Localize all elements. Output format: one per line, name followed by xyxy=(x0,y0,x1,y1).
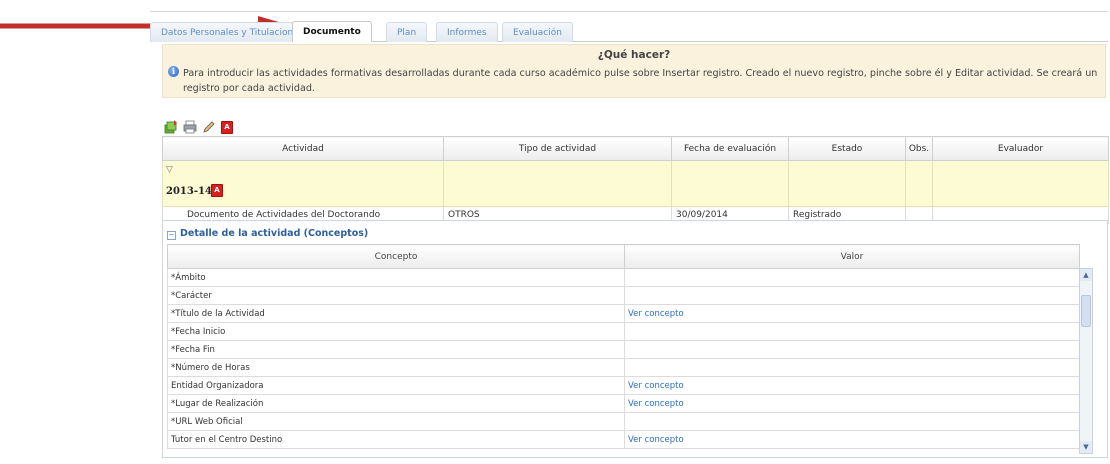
tab-bar: Datos Personales y Titulaciones Document… xyxy=(150,20,1108,42)
collapse-icon[interactable]: − xyxy=(167,231,176,240)
print-icon[interactable] xyxy=(183,120,197,134)
scrollbar-thumb[interactable] xyxy=(1081,295,1091,327)
column-header-fecha[interactable]: Fecha de evaluación xyxy=(671,136,789,161)
cell-concepto: *Título de la Actividad xyxy=(167,304,625,323)
cell-concepto: Tutor en el Centro Destino xyxy=(167,430,625,449)
year-pdf-icon[interactable]: A xyxy=(211,184,223,197)
cell-valor xyxy=(624,286,1080,305)
concepts-table: Concepto Valor *Ámbito *Carácter *Título… xyxy=(167,244,1080,449)
help-text: Para introducir las actividades formativ… xyxy=(183,68,1098,94)
column-header-evaluador[interactable]: Evaluador xyxy=(932,136,1109,161)
table-row[interactable]: Tutor en el Centro Destino Ver concepto xyxy=(167,430,1080,449)
tab-datos-personales[interactable]: Datos Personales y Titulaciones xyxy=(150,22,315,42)
cell-concepto: *URL Web Oficial xyxy=(167,412,625,431)
table-row[interactable]: *Título de la Actividad Ver concepto xyxy=(167,304,1080,323)
detail-panel: − Detalle de la actividad (Conceptos) Con… xyxy=(162,220,1108,458)
table-row[interactable]: *Lugar de Realización Ver concepto xyxy=(167,394,1080,413)
column-header-tipo[interactable]: Tipo de actividad xyxy=(443,136,672,161)
detail-title-label: Detalle de la actividad (Conceptos) xyxy=(180,228,369,239)
tab-evaluacion[interactable]: Evaluación xyxy=(502,22,573,42)
expand-toggle-icon[interactable]: ▽ xyxy=(166,165,173,175)
detail-title[interactable]: − Detalle de la actividad (Conceptos) xyxy=(167,228,368,240)
table-row[interactable]: *URL Web Oficial xyxy=(167,412,1080,431)
table-row[interactable]: *Fecha Fin xyxy=(167,340,1080,359)
help-title: ¿Qué hacer? xyxy=(597,49,671,61)
academic-year-label: 2013-14 xyxy=(166,186,212,197)
cell-valor xyxy=(624,268,1080,287)
top-divider xyxy=(150,11,1108,12)
ver-concepto-link[interactable]: Ver concepto xyxy=(628,435,684,445)
tab-informes[interactable]: Informes xyxy=(436,22,498,42)
help-box: ¿Qué hacer? i Para introducir las activi… xyxy=(162,44,1106,98)
table-row[interactable]: *Número de Horas xyxy=(167,358,1080,377)
cell-concepto: *Número de Horas xyxy=(167,358,625,377)
activities-table: Actividad Tipo de actividad Fecha de eva… xyxy=(162,136,1109,224)
cell-valor xyxy=(624,340,1080,359)
column-header-estado[interactable]: Estado xyxy=(788,136,906,161)
cell-valor xyxy=(624,322,1080,341)
cell-concepto: *Ámbito xyxy=(167,268,625,287)
scroll-down-icon[interactable]: ▼ xyxy=(1080,441,1092,453)
cell-concepto: *Lugar de Realización xyxy=(167,394,625,413)
cell-concepto: Entidad Organizadora xyxy=(167,376,625,395)
scroll-up-icon[interactable]: ▲ xyxy=(1080,269,1092,281)
column-header-concepto[interactable]: Concepto xyxy=(167,244,625,269)
edit-icon[interactable] xyxy=(202,120,216,134)
column-header-obs[interactable]: Obs. xyxy=(905,136,933,161)
table-row[interactable]: *Fecha Inicio xyxy=(167,322,1080,341)
table-row[interactable]: *Carácter xyxy=(167,286,1080,305)
tab-documento[interactable]: Documento xyxy=(292,21,372,42)
cell-valor xyxy=(624,412,1080,431)
column-header-actividad[interactable]: Actividad xyxy=(162,136,444,161)
cell-concepto: *Fecha Fin xyxy=(167,340,625,359)
ver-concepto-link[interactable]: Ver concepto xyxy=(628,381,684,391)
vertical-scrollbar[interactable]: ▲ ▼ xyxy=(1079,268,1093,454)
cell-concepto: *Fecha Inicio xyxy=(167,322,625,341)
tab-plan[interactable]: Plan xyxy=(386,22,428,42)
table-row[interactable]: Entidad Organizadora Ver concepto xyxy=(167,376,1080,395)
column-header-valor[interactable]: Valor xyxy=(624,244,1080,269)
toolbar: A xyxy=(164,119,233,135)
ver-concepto-link[interactable]: Ver concepto xyxy=(628,309,684,319)
cell-valor xyxy=(624,358,1080,377)
group-row: ▽ 2013-14 A xyxy=(162,160,1109,207)
insert-record-icon[interactable] xyxy=(164,120,178,134)
pdf-icon[interactable]: A xyxy=(221,120,233,134)
table-row[interactable]: *Ámbito xyxy=(167,268,1080,287)
ver-concepto-link[interactable]: Ver concepto xyxy=(628,399,684,409)
cell-concepto: *Carácter xyxy=(167,286,625,305)
info-icon: i xyxy=(168,66,179,77)
